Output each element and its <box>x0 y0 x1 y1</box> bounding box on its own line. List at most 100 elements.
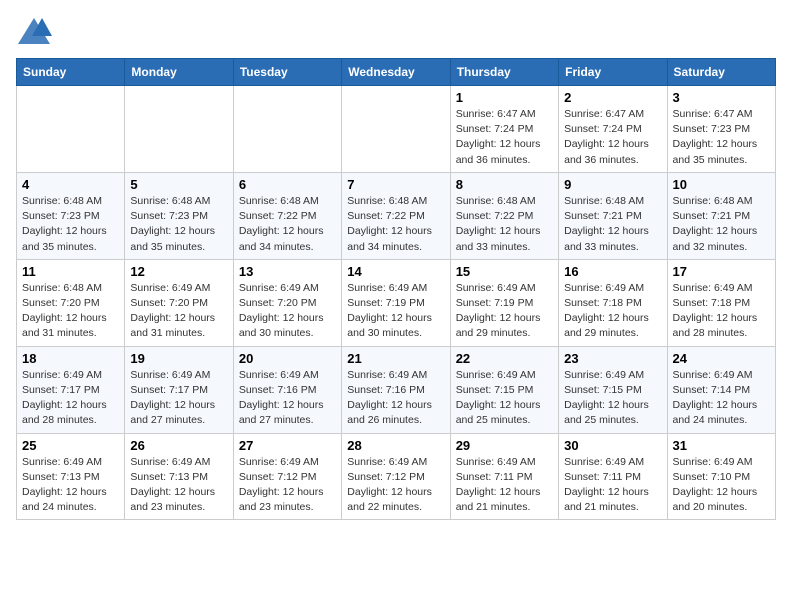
day-number: 10 <box>673 177 770 192</box>
day-info: Sunrise: 6:48 AM Sunset: 7:23 PM Dayligh… <box>22 194 119 255</box>
day-info: Sunrise: 6:49 AM Sunset: 7:18 PM Dayligh… <box>673 281 770 342</box>
day-info: Sunrise: 6:49 AM Sunset: 7:12 PM Dayligh… <box>239 455 336 516</box>
day-number: 30 <box>564 438 661 453</box>
day-number: 15 <box>456 264 553 279</box>
day-number: 9 <box>564 177 661 192</box>
day-number: 6 <box>239 177 336 192</box>
calendar-cell: 14 Sunrise: 6:49 AM Sunset: 7:19 PM Dayli… <box>342 259 450 346</box>
logo-icon <box>16 16 52 46</box>
day-header-monday: Monday <box>125 59 233 86</box>
day-header-saturday: Saturday <box>667 59 775 86</box>
day-number: 3 <box>673 90 770 105</box>
calendar-week-3: 11 Sunrise: 6:48 AM Sunset: 7:20 PM Dayli… <box>17 259 776 346</box>
day-number: 11 <box>22 264 119 279</box>
day-info: Sunrise: 6:48 AM Sunset: 7:21 PM Dayligh… <box>564 194 661 255</box>
day-header-wednesday: Wednesday <box>342 59 450 86</box>
calendar-cell: 2 Sunrise: 6:47 AM Sunset: 7:24 PM Daylig… <box>559 86 667 173</box>
day-number: 23 <box>564 351 661 366</box>
calendar-week-1: 1Sunrise: 6:47 AM Sunset: 7:24 PM Daylig… <box>17 86 776 173</box>
day-number: 31 <box>673 438 770 453</box>
day-number: 7 <box>347 177 444 192</box>
calendar-header-row: SundayMondayTuesdayWednesdayThursdayFrid… <box>17 59 776 86</box>
calendar-cell: 16 Sunrise: 6:49 AM Sunset: 7:18 PM Dayli… <box>559 259 667 346</box>
day-info: Sunrise: 6:47 AM Sunset: 7:24 PM Dayligh… <box>456 107 553 168</box>
logo <box>16 16 56 46</box>
day-number: 22 <box>456 351 553 366</box>
day-number: 26 <box>130 438 227 453</box>
day-header-thursday: Thursday <box>450 59 558 86</box>
day-number: 21 <box>347 351 444 366</box>
day-info: Sunrise: 6:49 AM Sunset: 7:17 PM Dayligh… <box>130 368 227 429</box>
day-number: 2 <box>564 90 661 105</box>
day-info: Sunrise: 6:48 AM Sunset: 7:22 PM Dayligh… <box>239 194 336 255</box>
day-number: 12 <box>130 264 227 279</box>
day-info: Sunrise: 6:49 AM Sunset: 7:15 PM Dayligh… <box>456 368 553 429</box>
calendar-cell: 31 Sunrise: 6:49 AM Sunset: 7:10 PM Dayli… <box>667 433 775 520</box>
day-info: Sunrise: 6:49 AM Sunset: 7:10 PM Dayligh… <box>673 455 770 516</box>
calendar-cell: 28Sunrise: 6:49 AM Sunset: 7:12 PM Dayli… <box>342 433 450 520</box>
day-number: 20 <box>239 351 336 366</box>
calendar-cell: 13 Sunrise: 6:49 AM Sunset: 7:20 PM Dayli… <box>233 259 341 346</box>
calendar-cell <box>125 86 233 173</box>
day-info: Sunrise: 6:49 AM Sunset: 7:18 PM Dayligh… <box>564 281 661 342</box>
day-info: Sunrise: 6:49 AM Sunset: 7:20 PM Dayligh… <box>130 281 227 342</box>
day-info: Sunrise: 6:49 AM Sunset: 7:19 PM Dayligh… <box>347 281 444 342</box>
calendar-cell: 26 Sunrise: 6:49 AM Sunset: 7:13 PM Dayli… <box>125 433 233 520</box>
day-info: Sunrise: 6:49 AM Sunset: 7:19 PM Dayligh… <box>456 281 553 342</box>
calendar-cell: 30Sunrise: 6:49 AM Sunset: 7:11 PM Dayli… <box>559 433 667 520</box>
calendar-cell <box>233 86 341 173</box>
day-number: 19 <box>130 351 227 366</box>
calendar-week-4: 18 Sunrise: 6:49 AM Sunset: 7:17 PM Dayli… <box>17 346 776 433</box>
calendar-cell <box>17 86 125 173</box>
day-number: 29 <box>456 438 553 453</box>
calendar-cell: 9 Sunrise: 6:48 AM Sunset: 7:21 PM Daylig… <box>559 172 667 259</box>
day-info: Sunrise: 6:48 AM Sunset: 7:20 PM Dayligh… <box>22 281 119 342</box>
day-number: 8 <box>456 177 553 192</box>
calendar-week-5: 25 Sunrise: 6:49 AM Sunset: 7:13 PM Dayli… <box>17 433 776 520</box>
day-number: 14 <box>347 264 444 279</box>
calendar-cell: 17Sunrise: 6:49 AM Sunset: 7:18 PM Dayli… <box>667 259 775 346</box>
calendar-cell: 3 Sunrise: 6:47 AM Sunset: 7:23 PM Daylig… <box>667 86 775 173</box>
day-info: Sunrise: 6:49 AM Sunset: 7:20 PM Dayligh… <box>239 281 336 342</box>
calendar-cell: 4 Sunrise: 6:48 AM Sunset: 7:23 PM Daylig… <box>17 172 125 259</box>
day-number: 5 <box>130 177 227 192</box>
day-info: Sunrise: 6:47 AM Sunset: 7:24 PM Dayligh… <box>564 107 661 168</box>
calendar-cell: 19 Sunrise: 6:49 AM Sunset: 7:17 PM Dayli… <box>125 346 233 433</box>
day-header-friday: Friday <box>559 59 667 86</box>
day-number: 27 <box>239 438 336 453</box>
day-info: Sunrise: 6:48 AM Sunset: 7:22 PM Dayligh… <box>456 194 553 255</box>
day-info: Sunrise: 6:49 AM Sunset: 7:16 PM Dayligh… <box>347 368 444 429</box>
day-info: Sunrise: 6:48 AM Sunset: 7:21 PM Dayligh… <box>673 194 770 255</box>
calendar-cell: 1Sunrise: 6:47 AM Sunset: 7:24 PM Daylig… <box>450 86 558 173</box>
calendar-cell: 18 Sunrise: 6:49 AM Sunset: 7:17 PM Dayli… <box>17 346 125 433</box>
day-info: Sunrise: 6:48 AM Sunset: 7:22 PM Dayligh… <box>347 194 444 255</box>
day-info: Sunrise: 6:49 AM Sunset: 7:13 PM Dayligh… <box>22 455 119 516</box>
calendar-cell: 27 Sunrise: 6:49 AM Sunset: 7:12 PM Dayli… <box>233 433 341 520</box>
day-number: 25 <box>22 438 119 453</box>
calendar-cell: 25 Sunrise: 6:49 AM Sunset: 7:13 PM Dayli… <box>17 433 125 520</box>
day-number: 4 <box>22 177 119 192</box>
day-info: Sunrise: 6:49 AM Sunset: 7:15 PM Dayligh… <box>564 368 661 429</box>
calendar-cell: 12 Sunrise: 6:49 AM Sunset: 7:20 PM Dayli… <box>125 259 233 346</box>
day-info: Sunrise: 6:47 AM Sunset: 7:23 PM Dayligh… <box>673 107 770 168</box>
calendar-cell: 7 Sunrise: 6:48 AM Sunset: 7:22 PM Daylig… <box>342 172 450 259</box>
day-info: Sunrise: 6:49 AM Sunset: 7:11 PM Dayligh… <box>456 455 553 516</box>
day-number: 13 <box>239 264 336 279</box>
day-info: Sunrise: 6:49 AM Sunset: 7:14 PM Dayligh… <box>673 368 770 429</box>
calendar-cell: 22 Sunrise: 6:49 AM Sunset: 7:15 PM Dayli… <box>450 346 558 433</box>
day-header-sunday: Sunday <box>17 59 125 86</box>
day-info: Sunrise: 6:49 AM Sunset: 7:13 PM Dayligh… <box>130 455 227 516</box>
calendar-cell: 15 Sunrise: 6:49 AM Sunset: 7:19 PM Dayli… <box>450 259 558 346</box>
calendar-cell: 24Sunrise: 6:49 AM Sunset: 7:14 PM Dayli… <box>667 346 775 433</box>
calendar-table: SundayMondayTuesdayWednesdayThursdayFrid… <box>16 58 776 520</box>
calendar-cell: 29 Sunrise: 6:49 AM Sunset: 7:11 PM Dayli… <box>450 433 558 520</box>
calendar-cell: 5Sunrise: 6:48 AM Sunset: 7:23 PM Daylig… <box>125 172 233 259</box>
calendar-cell <box>342 86 450 173</box>
calendar-cell: 20Sunrise: 6:49 AM Sunset: 7:16 PM Dayli… <box>233 346 341 433</box>
day-number: 16 <box>564 264 661 279</box>
calendar-cell: 8 Sunrise: 6:48 AM Sunset: 7:22 PM Daylig… <box>450 172 558 259</box>
day-number: 18 <box>22 351 119 366</box>
day-info: Sunrise: 6:49 AM Sunset: 7:12 PM Dayligh… <box>347 455 444 516</box>
day-info: Sunrise: 6:49 AM Sunset: 7:17 PM Dayligh… <box>22 368 119 429</box>
calendar-cell: 23 Sunrise: 6:49 AM Sunset: 7:15 PM Dayli… <box>559 346 667 433</box>
